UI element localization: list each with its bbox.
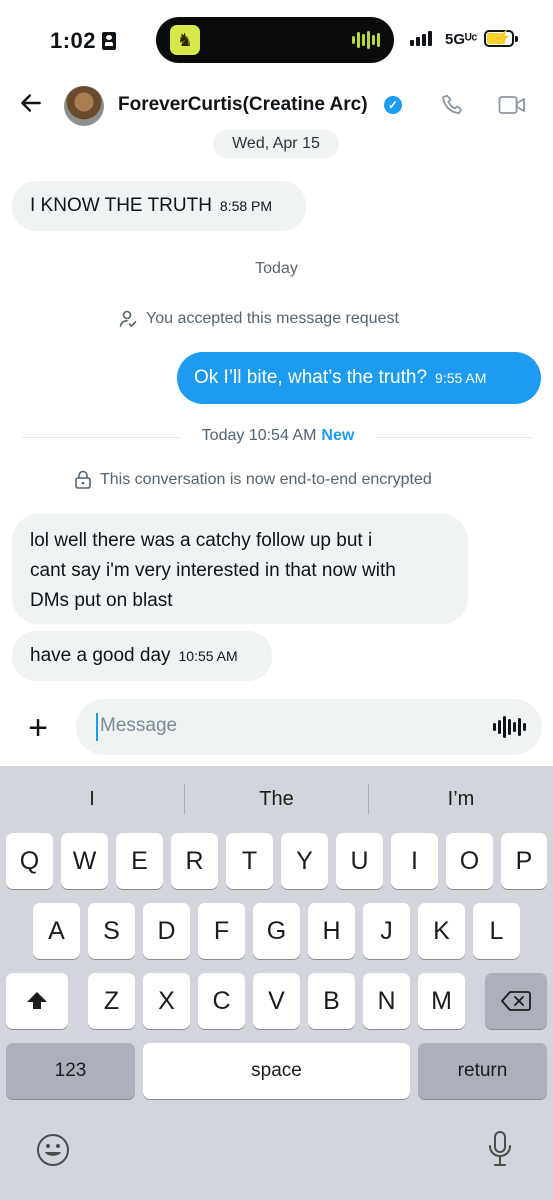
voice-message-icon[interactable] — [493, 715, 526, 739]
clock: 1:02 — [50, 28, 97, 53]
divider-left — [22, 437, 180, 438]
date-pill: Wed, Apr 15 — [213, 130, 339, 158]
shift-key[interactable] — [6, 973, 68, 1029]
key-x[interactable]: X — [143, 973, 190, 1029]
signal-icon — [410, 31, 432, 46]
key-v[interactable]: V — [253, 973, 300, 1029]
key-f[interactable]: F — [198, 903, 245, 959]
message-bubble-outgoing[interactable]: Ok I’ll bite, what’s the truth? 9:55 AM — [177, 352, 541, 404]
message-text: I KNOW THE TRUTH — [30, 195, 212, 216]
encryption-text: This conversation is now end-to-end encr… — [100, 471, 432, 488]
key-g[interactable]: G — [253, 903, 300, 959]
key-e[interactable]: E — [116, 833, 163, 889]
return-key[interactable]: return — [418, 1043, 547, 1099]
microphone-icon[interactable] — [486, 1130, 514, 1168]
horse-app-icon: ♞ — [170, 25, 200, 55]
key-l[interactable]: L — [473, 903, 520, 959]
suggestion-1[interactable]: I — [0, 782, 184, 816]
suggestion-2[interactable]: The — [185, 782, 368, 816]
audio-wave-icon — [352, 31, 380, 49]
video-call-icon[interactable] — [498, 94, 526, 116]
new-messages-divider: Today 10:54 AM New — [180, 427, 376, 445]
key-w[interactable]: W — [61, 833, 108, 889]
message-line: cant say i'm very interested in that now… — [30, 560, 396, 581]
message-bubble-incoming[interactable]: lol well there was a catchy follow up bu… — [12, 514, 468, 624]
encryption-notice: This conversation is now end-to-end encr… — [74, 470, 432, 490]
avatar[interactable] — [64, 86, 104, 126]
text-caret — [96, 713, 98, 741]
suggestion-3[interactable]: I’m — [369, 782, 553, 816]
message-text: have a good day — [30, 645, 171, 666]
key-d[interactable]: D — [143, 903, 190, 959]
message-placeholder: Message — [100, 715, 178, 736]
message-bubble-incoming[interactable]: I KNOW THE TRUTH 8:58 PM — [12, 181, 306, 231]
phone-icon[interactable] — [440, 92, 466, 118]
shift-icon — [27, 992, 47, 1009]
accepted-notice: You accepted this message request — [118, 309, 399, 329]
lock-icon — [75, 470, 91, 489]
status-time: 1:02 — [50, 28, 117, 54]
backspace-icon — [501, 991, 531, 1011]
space-key[interactable]: space — [143, 1043, 410, 1099]
divider-label: Today 10:54 AM — [201, 427, 317, 444]
dynamic-island[interactable]: ♞ — [156, 17, 394, 63]
key-h[interactable]: H — [308, 903, 355, 959]
numbers-key[interactable]: 123 — [6, 1043, 135, 1099]
back-arrow-icon[interactable] — [18, 90, 44, 116]
message-input[interactable]: Message — [76, 699, 542, 755]
key-r[interactable]: R — [171, 833, 218, 889]
key-z[interactable]: Z — [88, 973, 135, 1029]
today-text: Today — [255, 260, 298, 277]
id-card-icon — [102, 32, 117, 50]
message-line: DMs put on blast — [30, 590, 173, 611]
key-b[interactable]: B — [308, 973, 355, 1029]
emoji-icon[interactable] — [36, 1133, 70, 1167]
key-y[interactable]: Y — [281, 833, 328, 889]
battery-charging-icon: ⚡ — [484, 29, 518, 47]
key-q[interactable]: Q — [6, 833, 53, 889]
message-bubble-incoming[interactable]: have a good day 10:55 AM — [12, 631, 272, 681]
divider-right — [376, 437, 532, 438]
message-time: 9:55 AM — [435, 370, 487, 386]
plus-icon[interactable]: + — [14, 704, 62, 752]
key-t[interactable]: T — [226, 833, 273, 889]
new-badge: New — [321, 427, 355, 444]
key-c[interactable]: C — [198, 973, 245, 1029]
message-time: 8:58 PM — [219, 198, 273, 214]
key-s[interactable]: S — [88, 903, 135, 959]
today-label: Today — [0, 260, 553, 278]
network-label: 5Gᵁᶜ — [445, 31, 478, 48]
key-k[interactable]: K — [418, 903, 465, 959]
accepted-text: You accepted this message request — [146, 310, 399, 327]
message-line: lol well there was a catchy follow up bu… — [30, 530, 373, 551]
verified-badge-icon: ✓ — [384, 96, 402, 114]
key-u[interactable]: U — [336, 833, 383, 889]
key-m[interactable]: M — [418, 973, 465, 1029]
key-i[interactable]: I — [391, 833, 438, 889]
message-time: 10:55 AM — [178, 648, 238, 664]
message-text: Ok I’ll bite, what’s the truth? — [194, 367, 428, 388]
key-n[interactable]: N — [363, 973, 410, 1029]
backspace-key[interactable] — [485, 973, 547, 1029]
contact-name[interactable]: ForeverCurtis(Creatine Arc) — [118, 94, 368, 116]
person-check-icon — [119, 310, 137, 328]
key-p[interactable]: P — [501, 833, 547, 889]
key-o[interactable]: O — [446, 833, 493, 889]
key-j[interactable]: J — [363, 903, 410, 959]
key-a[interactable]: A — [33, 903, 80, 959]
